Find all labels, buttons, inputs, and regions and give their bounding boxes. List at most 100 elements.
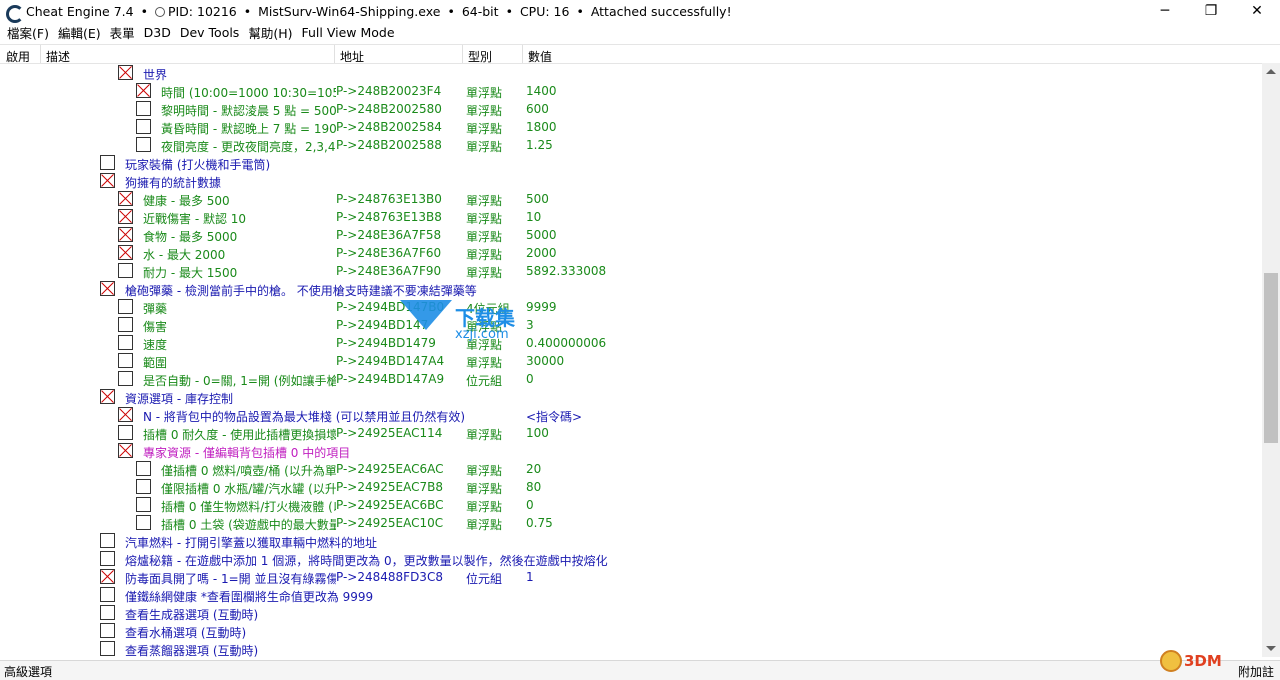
- row-type[interactable]: 單浮點: [466, 426, 524, 443]
- activate-checkbox[interactable]: [118, 263, 133, 278]
- row-description[interactable]: 僅限插槽 0 水瓶/罐/汽水罐 (以升: [161, 480, 336, 497]
- menu-table[interactable]: 表單: [107, 23, 141, 42]
- row-description[interactable]: 食物 - 最多 5000: [143, 228, 336, 245]
- row-description[interactable]: 黎明時間 - 默認淩晨 5 點 = 500: [161, 102, 336, 119]
- row-type[interactable]: 單浮點: [466, 480, 524, 497]
- row-description[interactable]: 夜間亮度 - 更改夜間亮度，2,3,4: [161, 138, 336, 155]
- row-address[interactable]: P->2494BD147A9: [336, 372, 464, 386]
- row-address[interactable]: P->248E36A7F58: [336, 228, 464, 242]
- row-description[interactable]: 熔爐秘籍 - 在遊戲中添加 1 個源，將時間更改為 0，更改數量以製作，然後在遊…: [125, 552, 608, 569]
- row-address[interactable]: P->248E36A7F90: [336, 264, 464, 278]
- row-value[interactable]: 9999: [526, 300, 726, 314]
- row-value[interactable]: 3: [526, 318, 726, 332]
- activate-checkbox[interactable]: [136, 479, 151, 494]
- row-description[interactable]: N - 將背包中的物品設置為最大堆棧 (可以禁用並且仍然有效): [143, 408, 465, 425]
- column-separator[interactable]: [522, 45, 523, 63]
- table-row[interactable]: 彈藥 P->2494BD147B0 4位元組 9999: [0, 298, 1262, 316]
- activate-checkbox[interactable]: [136, 101, 151, 116]
- row-address[interactable]: P->248E36A7F60: [336, 246, 464, 260]
- activate-checkbox[interactable]: [100, 623, 115, 638]
- row-description[interactable]: 專家資源 - 僅編輯背包插槽 0 中的項目: [143, 444, 350, 461]
- table-row[interactable]: 健康 - 最多 500 P->248763E13B0 單浮點 500: [0, 190, 1262, 208]
- row-type[interactable]: 單浮點: [466, 210, 524, 227]
- row-type[interactable]: 位元組: [466, 372, 524, 389]
- table-row[interactable]: 黃昏時間 - 默認晚上 7 點 = 1900 P->248B2002584 單浮點 1…: [0, 118, 1262, 136]
- row-value[interactable]: 0.75: [526, 516, 726, 530]
- menu-help[interactable]: 幫助(H): [245, 23, 298, 42]
- column-separator[interactable]: [334, 45, 335, 63]
- row-address[interactable]: P->248B2002580: [336, 102, 464, 116]
- row-value[interactable]: 0: [526, 372, 726, 386]
- row-description[interactable]: 傷害: [143, 318, 336, 335]
- row-type[interactable]: 單浮點: [466, 84, 524, 101]
- activate-checkbox[interactable]: [136, 137, 151, 152]
- row-value[interactable]: 100: [526, 426, 726, 440]
- table-row[interactable]: 槍砲彈藥 - 檢測當前手中的槍。 不使用槍支時建議不要凍結彈藥等: [0, 280, 1262, 298]
- activate-checkbox[interactable]: [118, 371, 133, 386]
- row-value[interactable]: 600: [526, 102, 726, 116]
- activate-checkbox[interactable]: [118, 299, 133, 314]
- row-value[interactable]: 80: [526, 480, 726, 494]
- row-description[interactable]: 速度: [143, 336, 336, 353]
- column-separator[interactable]: [462, 45, 463, 63]
- row-address[interactable]: P->24925EAC10C: [336, 516, 464, 530]
- row-address[interactable]: P->248B20023F4: [336, 84, 464, 98]
- activate-checkbox[interactable]: [118, 317, 133, 332]
- row-address[interactable]: P->248488FD3C8: [336, 570, 464, 584]
- row-type[interactable]: 單浮點: [466, 120, 524, 137]
- row-type[interactable]: 單浮點: [466, 264, 524, 281]
- activate-checkbox[interactable]: [100, 569, 115, 584]
- activate-checkbox[interactable]: [100, 605, 115, 620]
- table-row[interactable]: 汽車燃料 - 打開引擎蓋以獲取車輛中燃料的地址: [0, 532, 1262, 550]
- activate-checkbox[interactable]: [118, 65, 133, 80]
- row-description[interactable]: 插槽 0 土袋 (袋遊戲中的最大數量: [161, 516, 336, 533]
- row-description[interactable]: 插槽 0 僅生物燃料/打火機液體 (以: [161, 498, 336, 515]
- row-description[interactable]: 僅鐵絲網健康 *查看圍欄將生命值更改為 9999: [125, 588, 373, 605]
- table-row[interactable]: 插槽 0 耐久度 - 使用此插槽更換損壞 P->24925EAC114 單浮點 100: [0, 424, 1262, 442]
- table-row[interactable]: 時間 (10:00=1000 10:30=1050) P->248B20023F4…: [0, 82, 1262, 100]
- table-row[interactable]: 狗擁有的統計數據: [0, 172, 1262, 190]
- table-row[interactable]: 近戰傷害 - 默認 10 P->248763E13B8 單浮點 10: [0, 208, 1262, 226]
- row-description[interactable]: 彈藥: [143, 300, 336, 317]
- row-address[interactable]: P->248763E13B8: [336, 210, 464, 224]
- table-row[interactable]: 防毒面具開了嗎 - 1=開 並且沒有綠霧傷 P->248488FD3C8 位元組 1: [0, 568, 1262, 586]
- row-value[interactable]: 1400: [526, 84, 726, 98]
- row-description[interactable]: 查看生成器選項 (互動時): [125, 606, 258, 623]
- row-type[interactable]: 單浮點: [466, 246, 524, 263]
- activate-checkbox[interactable]: [136, 119, 151, 134]
- row-address[interactable]: P->248B2002588: [336, 138, 464, 152]
- row-description[interactable]: 範圍: [143, 354, 336, 371]
- row-description[interactable]: 時間 (10:00=1000 10:30=1050): [161, 84, 336, 101]
- table-row[interactable]: 夜間亮度 - 更改夜間亮度，2,3,4 P->248B2002588 單浮點 1.25: [0, 136, 1262, 154]
- row-value[interactable]: 30000: [526, 354, 726, 368]
- table-row[interactable]: 玩家裝備 (打火機和手電筒): [0, 154, 1262, 172]
- activate-checkbox[interactable]: [118, 425, 133, 440]
- activate-checkbox[interactable]: [118, 245, 133, 260]
- activate-checkbox[interactable]: [136, 83, 151, 98]
- vertical-scrollbar[interactable]: [1262, 63, 1280, 657]
- row-type[interactable]: 位元組: [466, 570, 524, 587]
- minimize-button[interactable]: ─: [1142, 0, 1188, 22]
- row-value[interactable]: 10: [526, 210, 726, 224]
- table-row[interactable]: 耐力 - 最大 1500 P->248E36A7F90 單浮點 5892.333008: [0, 262, 1262, 280]
- row-description[interactable]: 汽車燃料 - 打開引擎蓋以獲取車輛中燃料的地址: [125, 534, 377, 551]
- row-value[interactable]: 5000: [526, 228, 726, 242]
- row-address[interactable]: P->248B2002584: [336, 120, 464, 134]
- activate-checkbox[interactable]: [100, 155, 115, 170]
- row-description[interactable]: 查看蒸餾器選項 (互動時): [125, 642, 258, 657]
- table-row[interactable]: 資源選項 - 庫存控制: [0, 388, 1262, 406]
- menu-edit[interactable]: 編輯(E): [55, 23, 107, 42]
- row-value[interactable]: 1.25: [526, 138, 726, 152]
- table-row[interactable]: 僅插槽 0 燃料/噴壺/桶 (以升為單 P->24925EAC6AC 單浮點 20: [0, 460, 1262, 478]
- close-button[interactable]: ✕: [1234, 0, 1280, 22]
- row-address[interactable]: P->2494BD147A4: [336, 354, 464, 368]
- row-type[interactable]: 單浮點: [466, 138, 524, 155]
- table-row[interactable]: 範圍 P->2494BD147A4 單浮點 30000: [0, 352, 1262, 370]
- row-value[interactable]: 5892.333008: [526, 264, 726, 278]
- activate-checkbox[interactable]: [118, 227, 133, 242]
- menu-file[interactable]: 檔案(F): [4, 23, 55, 42]
- row-description[interactable]: 插槽 0 耐久度 - 使用此插槽更換損壞: [143, 426, 336, 443]
- table-row[interactable]: 專家資源 - 僅編輯背包插槽 0 中的項目: [0, 442, 1262, 460]
- row-type[interactable]: 單浮點: [466, 102, 524, 119]
- row-description[interactable]: 是否自動 - 0=關, 1=開 (例如讓手槍自: [143, 372, 336, 389]
